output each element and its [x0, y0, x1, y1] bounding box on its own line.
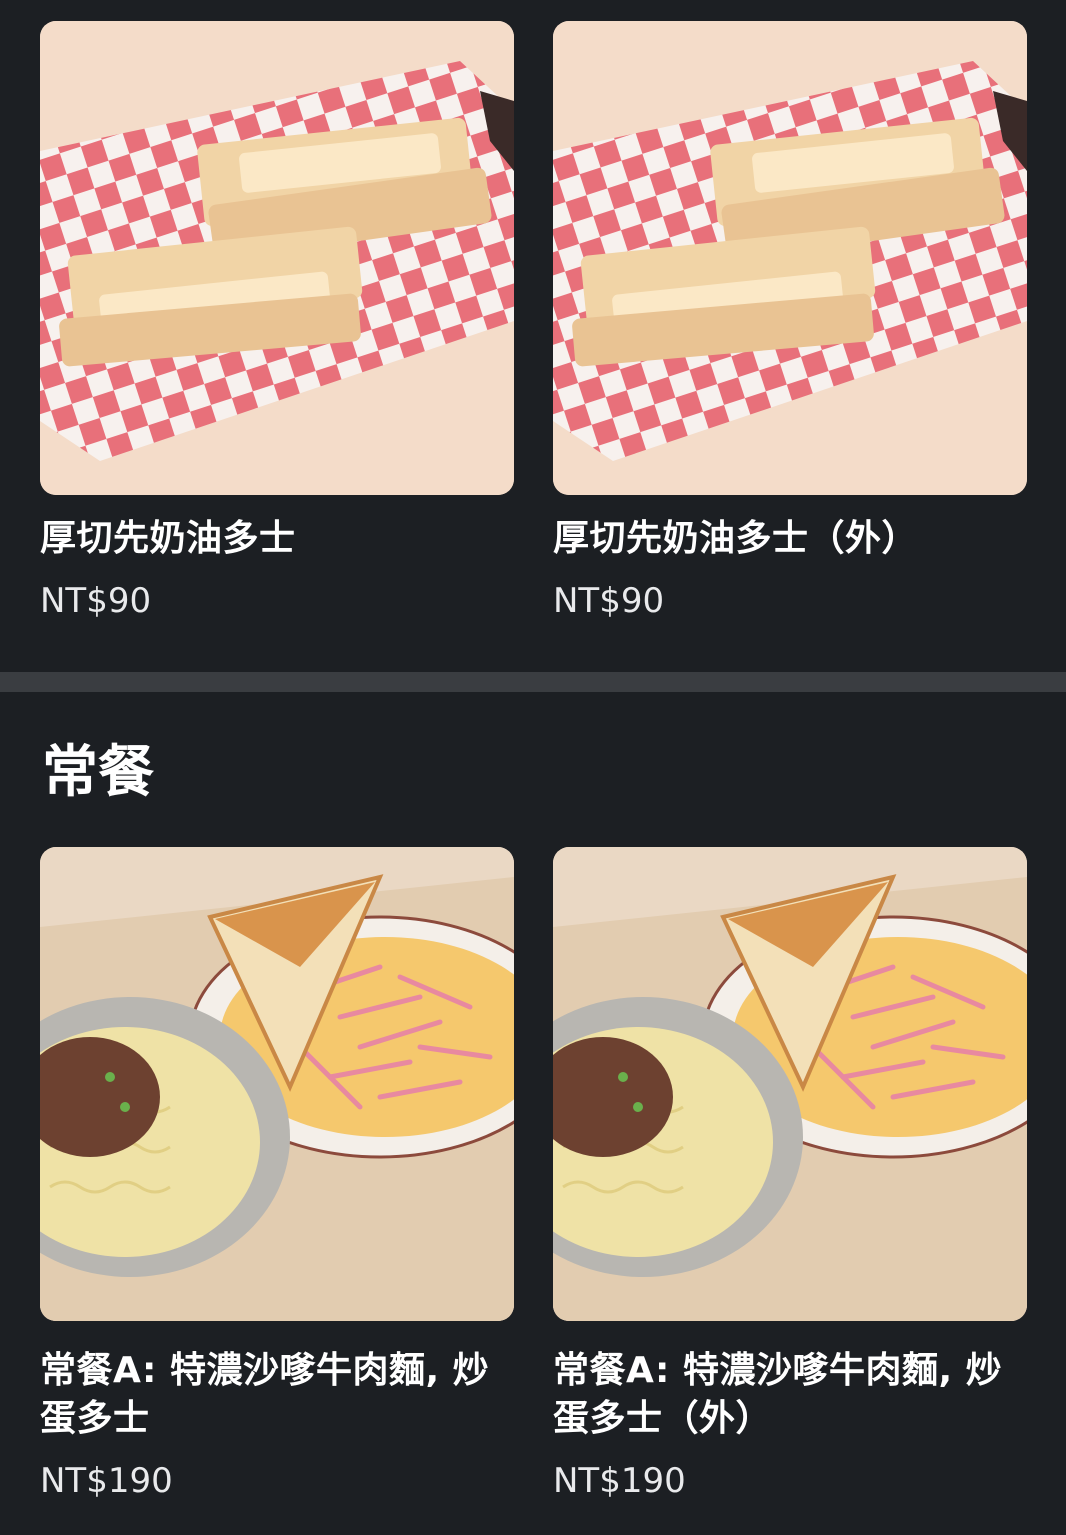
menu-item-card[interactable]: 常餐A: 特濃沙嗲牛肉麵, 炒蛋多士（外） NT$190 [553, 847, 1027, 1503]
menu-item-price: NT$90 [553, 581, 665, 621]
menu-item-price: NT$190 [40, 1461, 173, 1501]
toast-basket-photo[interactable] [40, 21, 514, 495]
menu-item-name: 厚切先奶油多士（外） [553, 518, 919, 559]
section-title: 常餐 [42, 740, 154, 805]
menu-item-price: NT$190 [553, 1461, 686, 1501]
set-meal-tray-photo[interactable] [553, 847, 1027, 1321]
menu-item-name: 常餐A: 特濃沙嗲牛肉麵, 炒蛋多士 [40, 1350, 490, 1439]
menu-item-card[interactable]: 常餐A: 特濃沙嗲牛肉麵, 炒蛋多士 NT$190 [40, 847, 514, 1503]
toast-basket-photo[interactable] [553, 21, 1027, 495]
menu-item-name: 常餐A: 特濃沙嗲牛肉麵, 炒蛋多士（外） [553, 1350, 1003, 1439]
menu-item-card[interactable]: 厚切先奶油多士（外） NT$90 [553, 21, 1027, 623]
section-divider [0, 672, 1066, 692]
menu-item-name: 厚切先奶油多士 [40, 518, 296, 559]
menu-item-card[interactable]: 厚切先奶油多士 NT$90 [40, 21, 514, 623]
set-meal-tray-photo[interactable] [40, 847, 514, 1321]
menu-item-price: NT$90 [40, 581, 152, 621]
